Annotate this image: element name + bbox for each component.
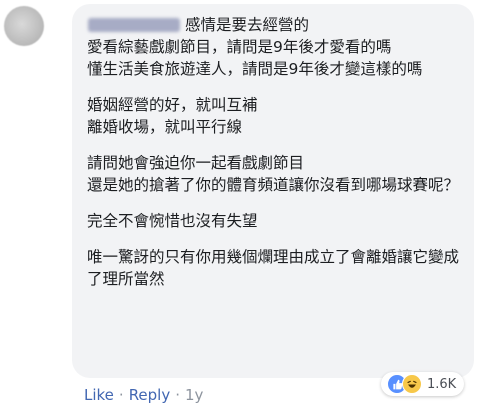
comment-text: 感情是要去經營的 愛看綜藝戲劇節目，請問是9年後才愛看的嗎 懂生活美食旅遊達人，…: [87, 14, 462, 290]
separator: ·: [175, 386, 181, 404]
comment-bubble: 感情是要去經營的 愛看綜藝戲劇節目，請問是9年後才愛看的嗎 懂生活美食旅遊達人，…: [72, 4, 474, 378]
comment-paragraph: 唯一驚訝的只有你用幾個爛理由成立了會離婚讓它變成了理所當然: [87, 248, 460, 288]
comment-paragraph: 婚姻經營的好，就叫互補 離婚收場，就叫平行線: [87, 96, 258, 136]
comment-paragraph: 完全不會惋惜也沒有失望: [87, 212, 258, 230]
separator: ·: [118, 386, 124, 404]
comment-line: 感情是要去經營的: [185, 16, 310, 34]
comment-paragraph: 請問她會強迫你一起看戲劇節目 還是她的搶著了你的體育頻道讓你沒看到哪場球賽呢？: [87, 154, 460, 194]
haha-icon: [402, 374, 422, 394]
reaction-count: 1.6K: [427, 376, 457, 392]
comment-actions: Like · Reply · 1y: [84, 386, 203, 404]
reactions-summary[interactable]: 1.6K: [381, 372, 465, 396]
reply-link[interactable]: Reply: [129, 386, 171, 404]
comment-line: 愛看綜藝戲劇節目，請問是9年後才愛看的嗎: [87, 38, 392, 56]
avatar[interactable]: [4, 6, 44, 46]
comment-line: 懂生活美食旅遊達人，請問是9年後才變這樣的嗎: [87, 60, 423, 78]
like-link[interactable]: Like: [84, 386, 114, 404]
timestamp[interactable]: 1y: [185, 386, 203, 404]
